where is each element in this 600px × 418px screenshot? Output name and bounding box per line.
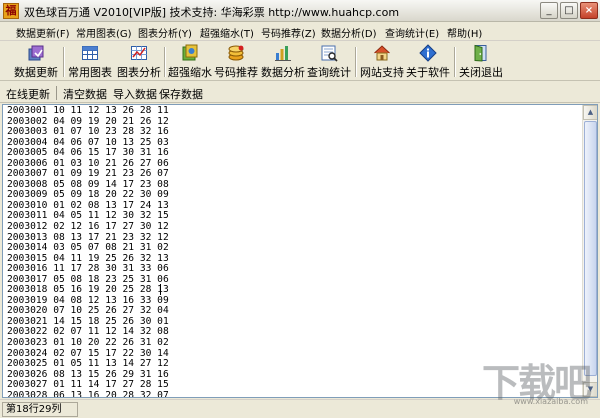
menu-chart-analysis[interactable]: 图表分析(Y) bbox=[138, 25, 192, 40]
toolbar-label: 图表分析 bbox=[117, 66, 161, 79]
records-list: 2003001 10 11 12 13 26 28 11 2003002 04 0… bbox=[7, 105, 169, 398]
menu-bar: 数据更新(F) 常用图表(G) 图表分析(Y) 超强缩水(T) 号码推荐(Z) … bbox=[0, 22, 600, 41]
toolbar-data-update-button[interactable]: 数据更新 bbox=[12, 43, 60, 79]
import-data-button[interactable]: 导入数据 bbox=[113, 86, 157, 102]
record-line: 2003028 06 13 16 20 28 32 07 bbox=[7, 389, 169, 398]
command-separator bbox=[56, 86, 57, 100]
save-data-button[interactable]: 保存数据 bbox=[159, 86, 203, 102]
menu-data-update[interactable]: 数据更新(F) bbox=[16, 25, 70, 40]
toolbar-common-charts-button[interactable]: 常用图表 bbox=[67, 43, 113, 79]
close-button[interactable]: × bbox=[580, 2, 598, 19]
toolbar-label: 数据更新 bbox=[14, 66, 58, 79]
menu-data-analysis[interactable]: 数据分析(D) bbox=[321, 25, 377, 40]
scrollbar-thumb[interactable] bbox=[584, 121, 597, 376]
maximize-button[interactable]: □ bbox=[560, 2, 578, 19]
scroll-down-arrow-icon[interactable]: ▼ bbox=[583, 382, 597, 397]
toolbar-label: 超强缩水 bbox=[168, 66, 212, 79]
toolbar-label: 号码推荐 bbox=[214, 66, 258, 79]
toolbar-exit-button[interactable]: 关闭退出 bbox=[458, 43, 504, 79]
toolbar-separator bbox=[454, 47, 456, 77]
text-caret bbox=[160, 284, 161, 295]
minimize-button[interactable]: _ bbox=[540, 2, 558, 19]
toolbar-label: 关闭退出 bbox=[459, 66, 503, 79]
record-line: 2003012 02 12 16 17 27 30 12 bbox=[7, 221, 169, 233]
toolbar-about-button[interactable]: 关于软件 bbox=[405, 43, 451, 79]
data-update-icon bbox=[28, 45, 44, 61]
toolbar-label: 关于软件 bbox=[406, 66, 450, 79]
scroll-up-arrow-icon[interactable]: ▲ bbox=[583, 105, 597, 120]
window-title: 双色球百万通 V2010[VIP版] 技术支持: 华海彩票 http://www… bbox=[24, 6, 400, 19]
toolbar-label: 数据分析 bbox=[261, 66, 305, 79]
data-analysis-icon bbox=[275, 46, 291, 61]
status-bar: 第18行29列 bbox=[0, 399, 600, 418]
toolbar-chart-analysis-button[interactable]: 图表分析 bbox=[116, 43, 162, 79]
toolbar-separator bbox=[355, 47, 357, 77]
toolbar-label: 常用图表 bbox=[68, 66, 112, 79]
menu-super-filter[interactable]: 超强缩水(T) bbox=[200, 25, 254, 40]
menu-number-recommend[interactable]: 号码推荐(Z) bbox=[261, 25, 316, 40]
title-bar[interactable]: 福 双色球百万通 V2010[VIP版] 技术支持: 华海彩票 http://w… bbox=[0, 0, 600, 22]
record-line: 2003023 01 10 20 22 26 31 02 bbox=[7, 337, 169, 349]
record-line: 2003001 10 11 12 13 26 28 11 bbox=[7, 105, 169, 116]
toolbar-super-filter-button[interactable]: 超强缩水 bbox=[168, 43, 212, 79]
exit-door-icon bbox=[474, 44, 487, 62]
command-bar: 在线更新 清空数据 导入数据 保存数据 bbox=[0, 82, 600, 103]
filter-icon bbox=[182, 44, 198, 61]
toolbar-separator bbox=[164, 47, 166, 77]
app-window: 福 双色球百万通 V2010[VIP版] 技术支持: 华海彩票 http://w… bbox=[0, 0, 600, 418]
menu-query-stats[interactable]: 查询统计(E) bbox=[385, 25, 439, 40]
toolbar: 数据更新 常用图表 图表分析 超强缩水 号码推荐 数据分析 查询统计 网站支持 … bbox=[0, 41, 600, 81]
clear-data-button[interactable]: 清空数据 bbox=[63, 86, 107, 102]
toolbar-number-recommend-button[interactable]: 号码推荐 bbox=[213, 43, 259, 79]
recommend-icon bbox=[228, 45, 244, 61]
lottery-data-editor[interactable]: 2003001 10 11 12 13 26 28 11 2003002 04 0… bbox=[2, 104, 598, 398]
toolbar-data-analysis-button[interactable]: 数据分析 bbox=[260, 43, 306, 79]
toolbar-query-stats-button[interactable]: 查询统计 bbox=[306, 43, 352, 79]
toolbar-label: 网站支持 bbox=[360, 66, 404, 79]
toolbar-website-support-button[interactable]: 网站支持 bbox=[359, 43, 405, 79]
info-icon bbox=[419, 44, 437, 62]
cursor-position: 第18行29列 bbox=[2, 402, 78, 417]
toolbar-separator bbox=[63, 47, 65, 77]
chart-analysis-icon bbox=[131, 46, 147, 60]
query-stats-icon bbox=[321, 45, 338, 62]
menu-common-charts[interactable]: 常用图表(G) bbox=[76, 25, 132, 40]
vertical-scrollbar[interactable]: ▲ ▼ bbox=[582, 105, 597, 397]
app-logo-icon: 福 bbox=[3, 3, 19, 19]
home-icon bbox=[374, 45, 390, 61]
grid-chart-icon bbox=[82, 46, 98, 60]
online-update-button[interactable]: 在线更新 bbox=[6, 86, 50, 102]
toolbar-label: 查询统计 bbox=[307, 66, 351, 79]
menu-help[interactable]: 帮助(H) bbox=[447, 25, 482, 40]
